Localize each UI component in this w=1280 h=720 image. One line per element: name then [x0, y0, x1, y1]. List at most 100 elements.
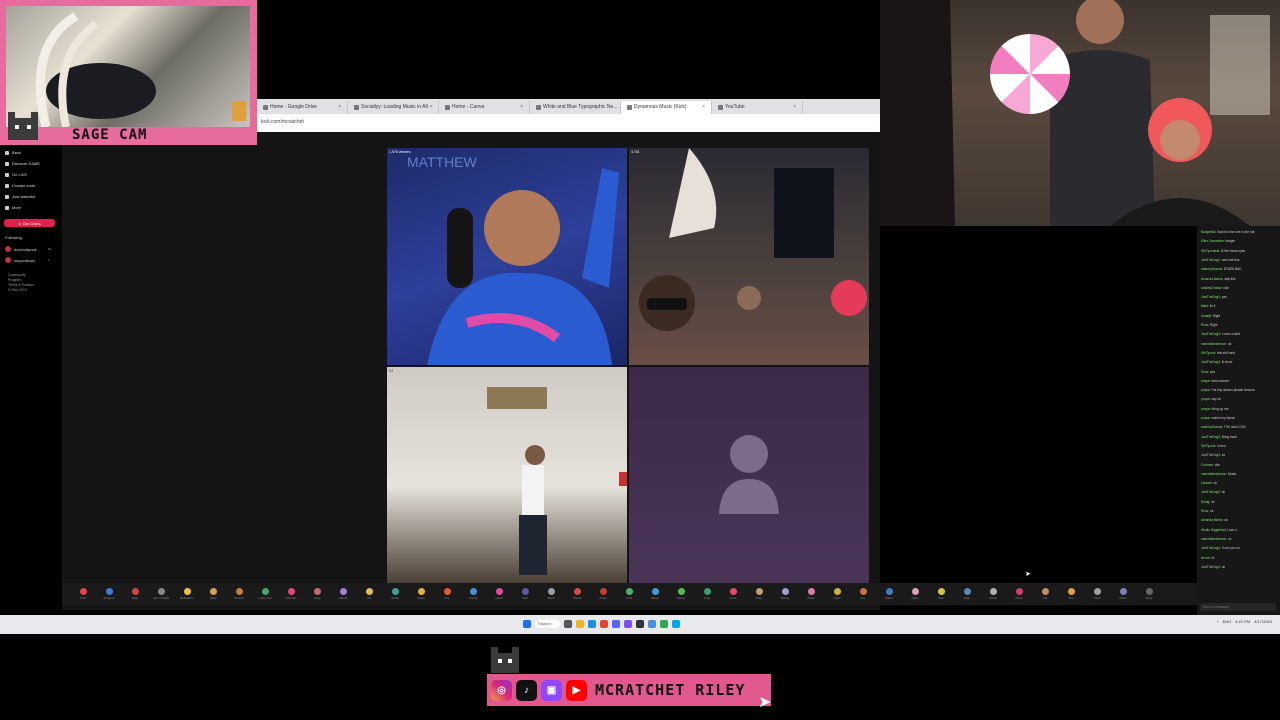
emote-button[interactable]: Rain	[954, 588, 980, 600]
chat-username[interactable]: prcyar	[1201, 388, 1210, 392]
chat-username[interactable]: Maid	[1201, 304, 1208, 308]
emote-button[interactable]: Dance	[642, 588, 668, 600]
sidebar-nav-item[interactable]: Back	[5, 150, 21, 155]
sidebar-nav-item[interactable]: More	[5, 205, 21, 210]
chat-username[interactable]: BadgerBoi	[1201, 230, 1216, 234]
tray-item[interactable]: ^	[1217, 619, 1219, 624]
emote-button[interactable]: Rose	[1006, 588, 1032, 600]
video-tile-2[interactable]: 3,761	[629, 148, 869, 365]
emote-button[interactable]: Ghost	[980, 588, 1006, 600]
sidebar-nav-item[interactable]: Go LIVE	[5, 172, 27, 177]
emote-button[interactable]: Ok	[356, 588, 382, 600]
emote-button[interactable]: Moon	[1110, 588, 1136, 600]
tab-close-icon[interactable]: ×	[793, 101, 796, 114]
emote-button[interactable]: Angry	[590, 588, 616, 600]
chat-username[interactable]: marcellamohnson	[1201, 472, 1226, 476]
emote-button[interactable]: Kick	[70, 588, 96, 600]
chat-username[interactable]: craberyGrandz	[1201, 267, 1222, 271]
emote-button[interactable]: Peanut	[226, 588, 252, 600]
emote-button[interactable]: Clover	[668, 588, 694, 600]
emote-button[interactable]: Star	[928, 588, 954, 600]
emote-button[interactable]: Sad	[512, 588, 538, 600]
emote-button[interactable]: Hazy	[200, 588, 226, 600]
browser-tab[interactable]: Dynamous Music (Kick) ×	[621, 101, 712, 114]
chat-username[interactable]: JustTheDog3	[1201, 565, 1220, 569]
chat-username[interactable]: GirlTyconlsts	[1201, 249, 1219, 253]
emote-button[interactable]: Lucky Cat	[252, 588, 278, 600]
emote-button[interactable]: Crying	[460, 588, 486, 600]
discord-icon[interactable]	[612, 620, 620, 628]
chat-username[interactable]: Linaree	[1201, 481, 1212, 485]
teams-icon[interactable]	[672, 620, 680, 628]
video-tile-3[interactable]: DJ	[387, 367, 627, 584]
task-view-icon[interactable]	[564, 620, 572, 628]
emote-button[interactable]: Hug	[304, 588, 330, 600]
emote-button[interactable]: Hype	[824, 588, 850, 600]
emote-button[interactable]: Chili	[616, 588, 642, 600]
chat-username[interactable]: Ross	[1201, 509, 1208, 513]
store-icon[interactable]	[660, 620, 668, 628]
footer-link[interactable]: Terms & Policies	[8, 283, 34, 287]
tray-item[interactable]: ENG	[1223, 619, 1232, 624]
emote-button[interactable]: Cake	[902, 588, 928, 600]
emote-button[interactable]: Shook	[564, 588, 590, 600]
chat-username[interactable]: prcyar	[1201, 416, 1210, 420]
emote-button[interactable]: Water	[876, 588, 902, 600]
footer-link[interactable]: Community	[8, 273, 26, 277]
get-coins-button[interactable]: ● Get Coins	[4, 219, 55, 227]
chat-username[interactable]: GirlTyconl	[1201, 351, 1215, 355]
chat-username[interactable]: JustTheDog3	[1201, 490, 1220, 494]
chat-username[interactable]: JustTheDog3	[1201, 435, 1220, 439]
tray-item[interactable]: 4/17/2024	[1254, 619, 1272, 624]
emote-button[interactable]: Smile	[382, 588, 408, 600]
emote-button[interactable]: Wave	[798, 588, 824, 600]
emote-button[interactable]: Bonk	[538, 588, 564, 600]
chat-username[interactable]: JustTheDog3	[1201, 546, 1220, 550]
browser-tab[interactable]: Home - Canva ×	[439, 101, 530, 114]
emote-button[interactable]: Get Gi Glad	[148, 588, 174, 600]
emote-button[interactable]: Kick Her	[278, 588, 304, 600]
emote-button[interactable]: Hands	[330, 588, 356, 600]
mail-icon[interactable]	[648, 620, 656, 628]
emote-button[interactable]: Bekkaboo	[174, 588, 200, 600]
emote-button[interactable]: Bold	[122, 588, 148, 600]
browser-tab[interactable]: Sociallyy: Loading Music in All ×	[348, 101, 439, 114]
following-channel[interactable]: supportkapi 7	[5, 257, 50, 263]
video-tile-1[interactable]: 1,978 viewers MATTHEW	[387, 148, 627, 365]
chrome-icon[interactable]	[600, 620, 608, 628]
browser-tab[interactable]: White and Blue Typographic Ne...×	[530, 101, 621, 114]
sidebar-nav-item[interactable]: Discover KAME	[5, 161, 40, 166]
chat-username[interactable]: cradleyGrandz	[1201, 286, 1222, 290]
footer-link[interactable]: © Kick 2024	[8, 288, 27, 292]
chat-username[interactable]: JustTheDog3	[1201, 360, 1220, 364]
emote-button[interactable]: Fox	[850, 588, 876, 600]
chat-username[interactable]: fernch	[1201, 556, 1210, 560]
chat-username[interactable]: marcellamohnson	[1201, 537, 1226, 541]
chat-username[interactable]: marcellamohnson	[1201, 342, 1226, 346]
emote-button[interactable]: Pray	[746, 588, 772, 600]
browser-tab[interactable]: YouTube ×	[712, 101, 803, 114]
emote-button[interactable]: Sun	[1058, 588, 1084, 600]
emote-button[interactable]: Mogens	[96, 588, 122, 600]
chat-username[interactable]: Ross	[1201, 323, 1208, 327]
emote-button[interactable]: Heart	[486, 588, 512, 600]
file-explorer-icon[interactable]	[576, 620, 584, 628]
chat-input[interactable]: Send a message	[1200, 603, 1276, 611]
chat-username[interactable]: JustTheDog3	[1201, 453, 1220, 457]
tab-close-icon[interactable]: ×	[338, 101, 341, 114]
chat-username[interactable]: Ridrig	[1201, 500, 1209, 504]
tab-close-icon[interactable]: ×	[520, 101, 523, 114]
chat-username[interactable]: Cohmen	[1201, 463, 1213, 467]
taskbar-search[interactable]: Search	[535, 620, 560, 628]
chat-username[interactable]: Ross	[1201, 370, 1208, 374]
chat-username[interactable]: Amanda Marks	[1201, 277, 1222, 281]
emote-button[interactable]: Fire	[434, 588, 460, 600]
chat-username[interactable]: JustTheDog3	[1201, 258, 1220, 262]
chat-username[interactable]: JustTheDog3	[1201, 332, 1220, 336]
windows-start-icon[interactable]	[523, 620, 531, 628]
address-bar[interactable]: kick.com/mcratchet	[257, 114, 880, 133]
tab-close-icon[interactable]: ×	[430, 101, 433, 114]
emote-button[interactable]: Love	[720, 588, 746, 600]
sidebar-nav-item[interactable]: Creator tools	[5, 183, 35, 188]
emote-button[interactable]: More	[1136, 588, 1162, 600]
